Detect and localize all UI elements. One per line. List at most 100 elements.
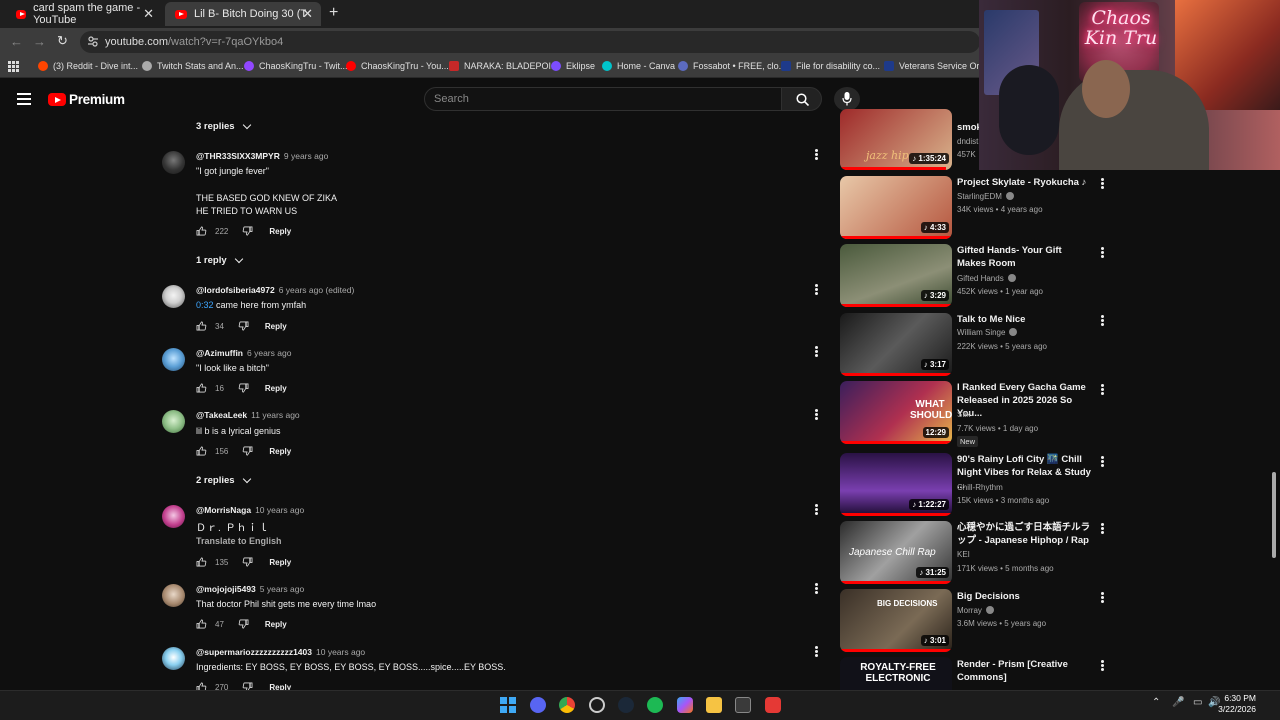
thumbs-up-icon[interactable] [196,383,207,393]
video-menu-icon[interactable] [1101,178,1104,189]
obs-icon[interactable] [589,697,605,713]
reply-button[interactable]: Reply [265,620,287,629]
comment-menu-icon[interactable] [815,149,818,160]
avatar[interactable] [162,348,185,371]
tab-lil-b[interactable]: Lil B- Bitch Doing 30 (Trapped o ✕ [165,2,321,26]
copilot-icon[interactable] [677,697,693,713]
thumbs-up-icon[interactable] [196,557,207,567]
reply-button[interactable]: Reply [269,558,291,567]
channel-name[interactable]: StarlingEDM [957,192,1014,201]
forward-icon[interactable]: → [33,34,46,49]
comment-time[interactable]: 9 years ago [284,151,328,161]
back-icon[interactable]: ← [10,34,23,49]
comment-menu-icon[interactable] [815,409,818,420]
channel-name[interactable]: KEI [957,550,970,559]
reply-button[interactable]: Reply [265,384,287,393]
tray-chevron-icon[interactable]: ⌃ [1152,697,1160,708]
reload-icon[interactable]: ↻ [57,33,68,49]
thumbs-up-icon[interactable] [196,321,207,331]
comment-time[interactable]: 5 years ago [260,584,304,594]
video-menu-icon[interactable] [1101,456,1104,467]
channel-name[interactable]: Stix [957,410,970,419]
thumbs-down-icon[interactable] [238,321,249,331]
bookmark-naraka[interactable]: NARAKA: BLADEPOI... [449,61,559,71]
search-button[interactable] [781,87,822,111]
comment-author[interactable]: @THR33SIXX3MPYR [196,151,280,161]
video-title[interactable]: Gifted Hands- Your Gift Makes Room [957,244,1093,270]
bookmark-eklipse[interactable]: Eklipse [551,61,595,71]
video-thumbnail[interactable]: BIG DECISIONS ♪ 3:01 [840,589,952,652]
video-title[interactable]: Big Decisions [957,590,1093,603]
page-scrollbar-thumb[interactable] [1272,472,1276,558]
bookmark-veterans[interactable]: Veterans Service Or... [884,61,987,71]
video-title[interactable]: 心穏やかに過ごす日本語チルラップ - Japanese Hiphop / Rap [957,521,1093,547]
comment-time[interactable]: 11 years ago [251,410,300,420]
thumbs-up-icon[interactable] [196,446,207,456]
video-thumbnail[interactable]: ROYALTY-FREE ELECTRONIC [840,657,952,690]
view-replies-button[interactable]: 3 replies [196,120,251,132]
bookmark-canva[interactable]: Home - Canva [602,61,675,71]
youtube-logo-icon[interactable] [48,93,66,106]
bookmark-chaoskingtru-youtube[interactable]: ChaosKingTru - You... [346,61,449,71]
bookmark-chaoskingtru-twitch[interactable]: ChaosKingTru - Twit... [244,61,348,71]
avatar[interactable] [162,584,185,607]
close-tab-icon[interactable]: ✕ [143,6,154,22]
avatar[interactable] [162,151,185,174]
comment-time[interactable]: 6 years ago (edited) [279,285,355,295]
video-thumbnail[interactable]: jazz hip ♪ 1:35:24 [840,109,952,170]
video-thumbnail[interactable]: WHAT SHOULD 12:29 [840,381,952,444]
comment-author[interactable]: @MorrisNaga [196,505,251,515]
video-menu-icon[interactable] [1101,384,1104,395]
avatar[interactable] [162,505,185,528]
comment-menu-icon[interactable] [815,583,818,594]
video-thumbnail[interactable]: Japanese Chill Rap ♪ 31:25 [840,521,952,584]
microphone-tray-icon[interactable]: 🎤 [1172,697,1184,708]
menu-icon[interactable] [17,93,31,105]
thumbs-down-icon[interactable] [242,446,253,456]
avatar[interactable] [162,647,185,670]
comment-menu-icon[interactable] [815,284,818,295]
video-menu-icon[interactable] [1101,247,1104,258]
spotify-icon[interactable] [647,697,663,713]
system-clock[interactable]: 6:30 PM 3/22/2026 [1218,693,1256,715]
reply-button[interactable]: Reply [269,227,291,236]
channel-name[interactable]: Morray [957,606,994,615]
search-input[interactable] [424,87,782,111]
close-tab-icon[interactable]: ✕ [302,6,313,22]
video-title[interactable]: Project Skylate - Ryokucha ♪ [957,176,1093,189]
comment-author[interactable]: @supermariozzzzzzzzzz1403 [196,647,312,657]
network-icon[interactable]: ▭ [1193,697,1202,708]
video-menu-icon[interactable] [1101,592,1104,603]
thumbs-up-icon[interactable] [196,226,207,236]
steam-icon[interactable] [618,697,634,713]
comment-author[interactable]: @lordofsiberia4972 [196,285,275,295]
comment-menu-icon[interactable] [815,646,818,657]
apps-grid-icon[interactable] [8,61,19,72]
channel-name[interactable]: Chill-Rhythm [957,483,1003,492]
comment-time[interactable]: 10 years ago [255,505,304,515]
video-menu-icon[interactable] [1101,660,1104,671]
view-replies-button[interactable]: 1 reply [196,254,243,266]
youtube-premium-brand[interactable]: Premium [69,92,125,107]
video-title[interactable]: I Ranked Every Gacha Game Released in 20… [957,381,1093,420]
comment-author[interactable]: @Azimuffin [196,348,243,358]
channel-name[interactable]: Gifted Hands [957,274,1016,283]
discord-icon[interactable] [530,697,546,713]
comment-time[interactable]: 6 years ago [247,348,291,358]
video-title[interactable]: Talk to Me Nice [957,313,1093,326]
comment-menu-icon[interactable] [815,504,818,515]
reply-button[interactable]: Reply [269,447,291,456]
video-thumbnail[interactable]: ♪ 3:17 [840,313,952,376]
site-info-icon[interactable] [88,36,98,47]
thumbs-down-icon[interactable] [238,619,249,629]
video-thumbnail[interactable]: ♪ 3:29 [840,244,952,307]
streaming-app-icon[interactable] [765,697,781,713]
translate-link[interactable]: Translate to English [196,536,282,546]
timestamp-link[interactable]: 0:32 [196,300,214,310]
bookmark-disability[interactable]: File for disability co... [781,61,880,71]
comment-author[interactable]: @TakeaLeek [196,410,247,420]
avatar[interactable] [162,410,185,433]
comment-menu-icon[interactable] [815,346,818,357]
avatar[interactable] [162,285,185,308]
windows-start-icon[interactable] [500,697,516,713]
